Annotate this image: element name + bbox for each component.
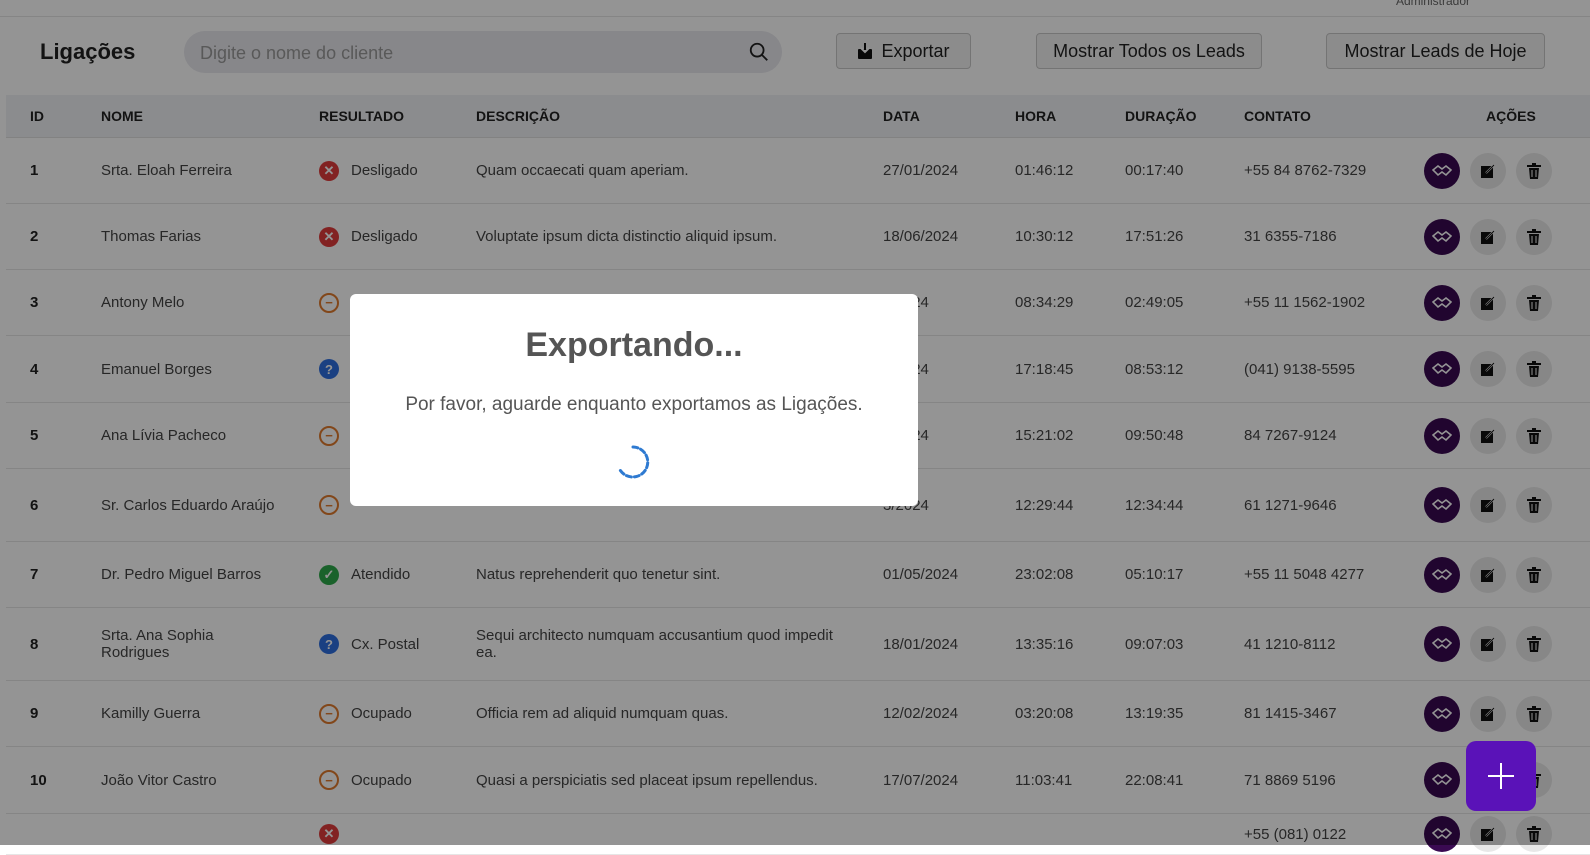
loading-spinner-icon <box>617 445 650 479</box>
export-modal: Exportando... Por favor, aguarde enquant… <box>350 294 918 506</box>
modal-title: Exportando... <box>525 326 743 364</box>
add-call-button[interactable] <box>1466 741 1536 811</box>
plus-icon <box>1488 763 1514 789</box>
modal-message: Por favor, aguarde enquanto exportamos a… <box>405 394 863 415</box>
